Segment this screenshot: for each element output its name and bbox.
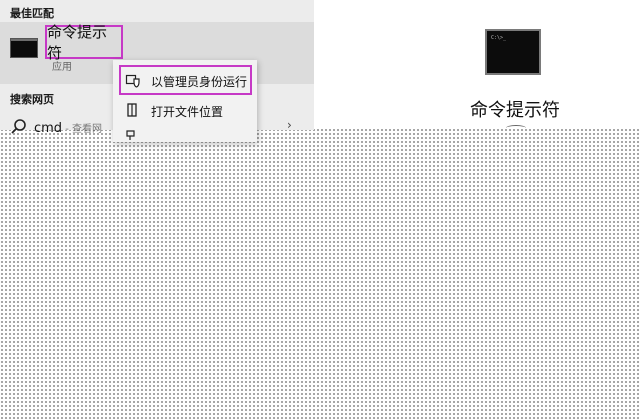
- web-result-text: cmd - 查看网: [34, 120, 102, 136]
- shield-icon: [125, 74, 140, 88]
- search-icon: [11, 119, 26, 134]
- menu-item-label: 打开文件位置: [151, 105, 224, 119]
- context-menu: 以管理员身份运行 打开文件位置: [113, 60, 257, 142]
- app-type: 应用: [52, 62, 72, 73]
- menu-item-run-as-admin[interactable]: 以管理员身份运行: [113, 66, 257, 94]
- detail-title: 命令提示符: [470, 100, 560, 121]
- chevron-right-icon[interactable]: ›: [287, 118, 292, 132]
- web-query: cmd: [34, 121, 63, 136]
- cmd-icon-large: C:\>_: [485, 29, 541, 75]
- web-query-suffix: - 查看网: [62, 124, 103, 135]
- folder-icon: [127, 103, 137, 117]
- cmd-icon: [10, 38, 38, 58]
- menu-item-label: 以管理员身份运行: [151, 75, 248, 89]
- web-search-header: 搜索网页: [10, 93, 54, 106]
- app-name: 命令提示符: [45, 23, 123, 62]
- best-match-header: 最佳匹配: [10, 7, 54, 20]
- menu-item-open-location[interactable]: 打开文件位置: [113, 96, 257, 124]
- pin-icon: [126, 130, 135, 140]
- detail-divider: [506, 125, 526, 131]
